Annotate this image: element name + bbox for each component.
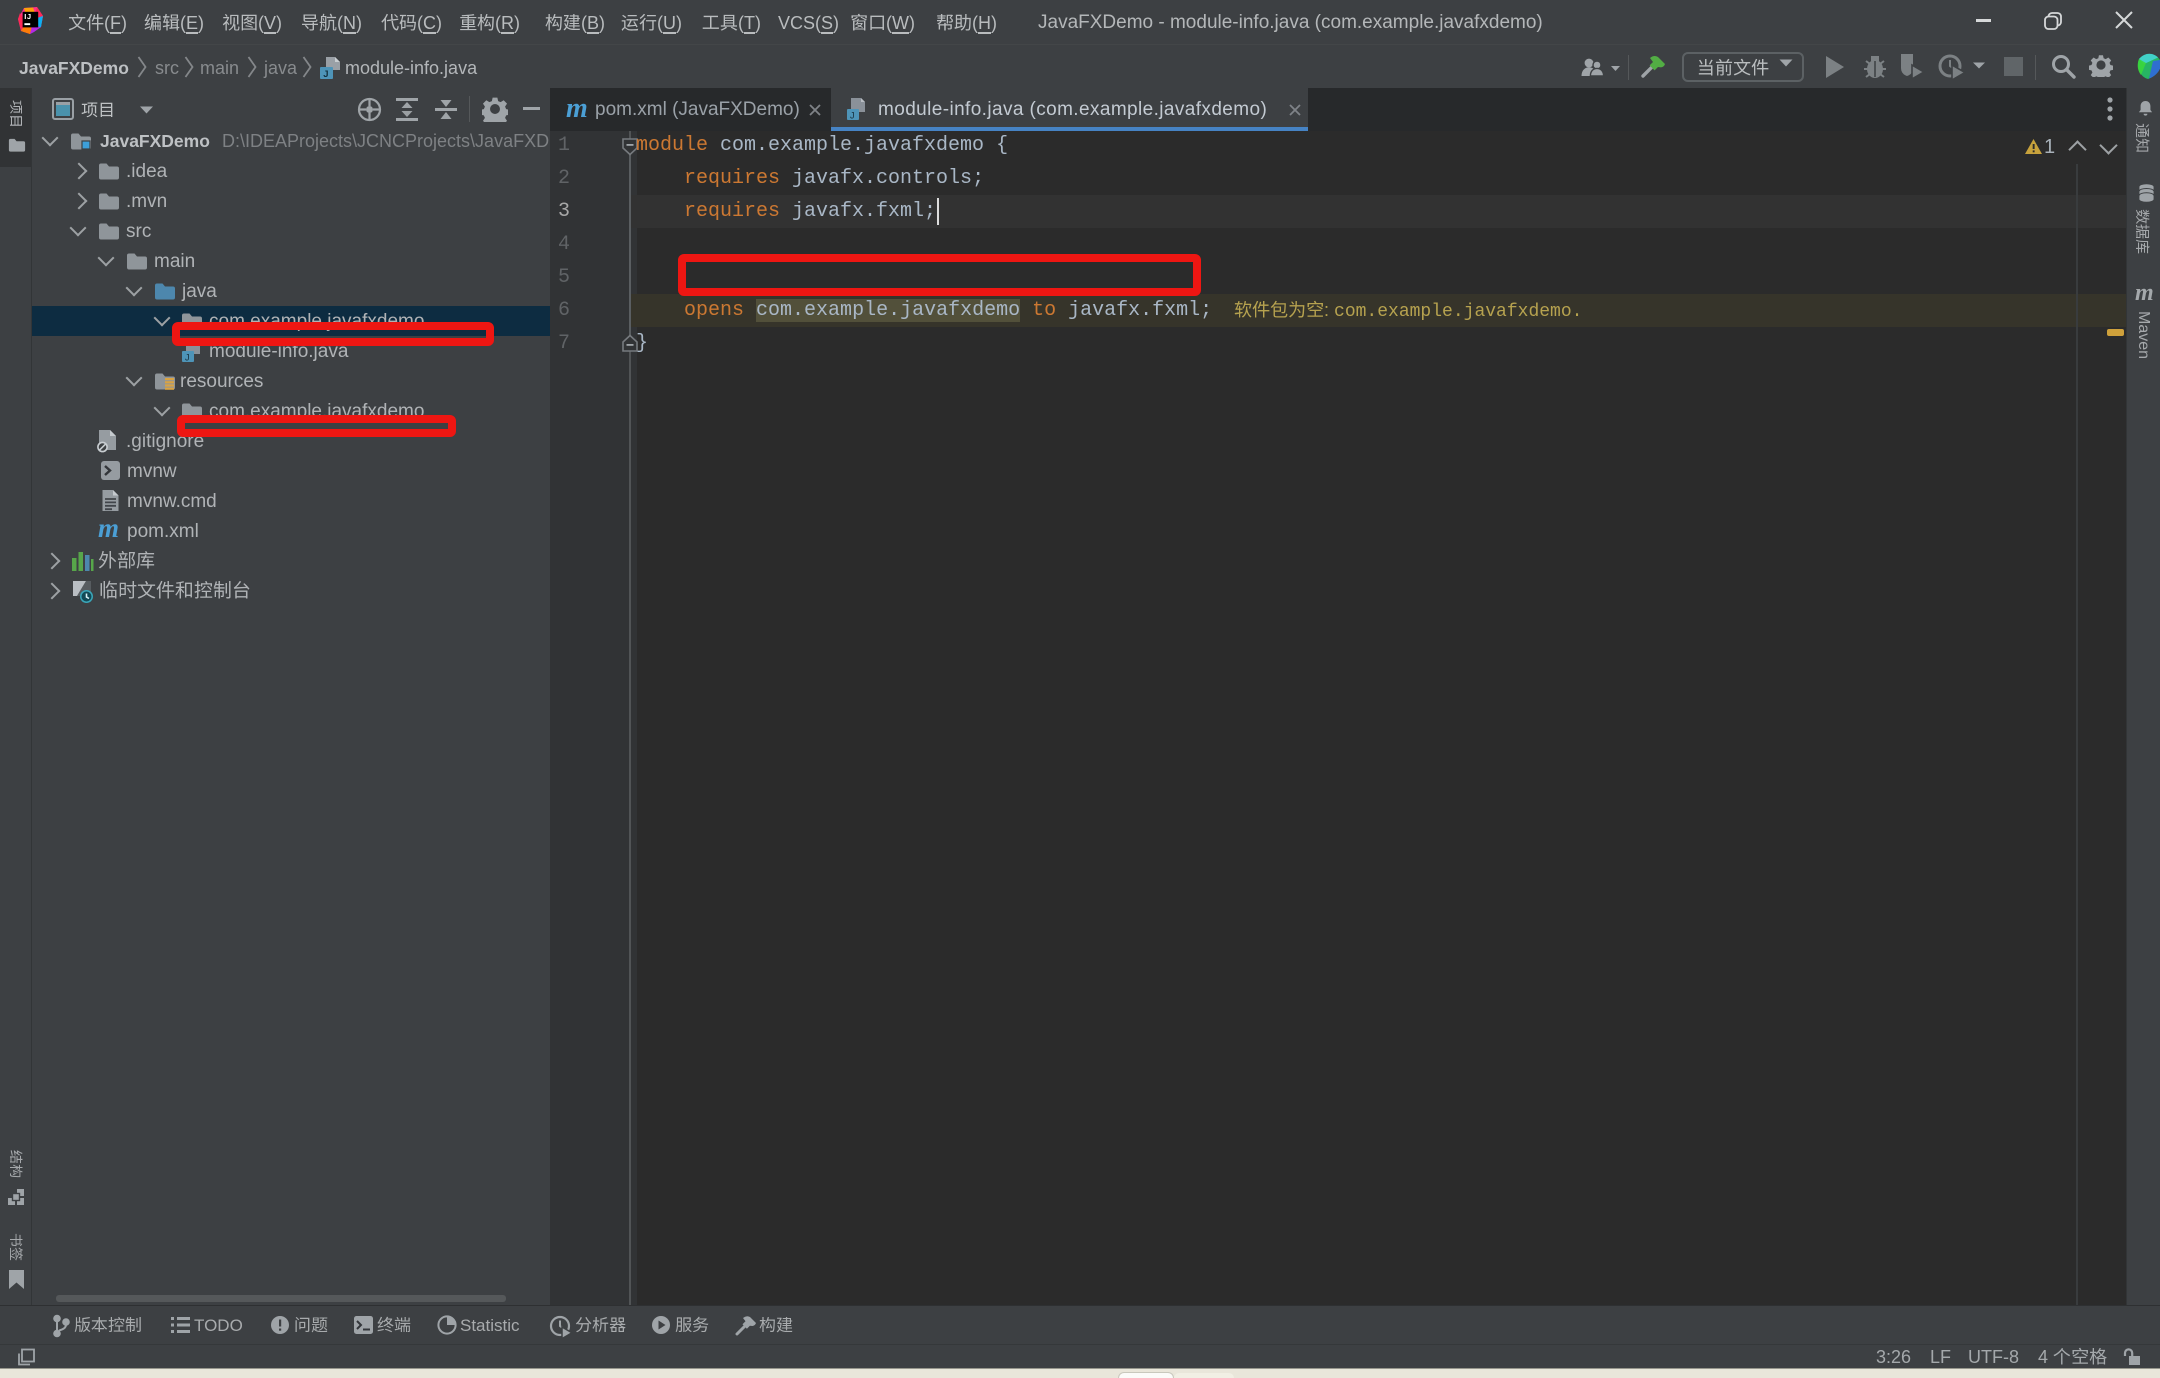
svg-text:J: J: [323, 69, 328, 80]
svg-text:J: J: [185, 353, 190, 363]
svg-text:J: J: [850, 111, 855, 121]
svg-text:IJ: IJ: [24, 12, 31, 21]
